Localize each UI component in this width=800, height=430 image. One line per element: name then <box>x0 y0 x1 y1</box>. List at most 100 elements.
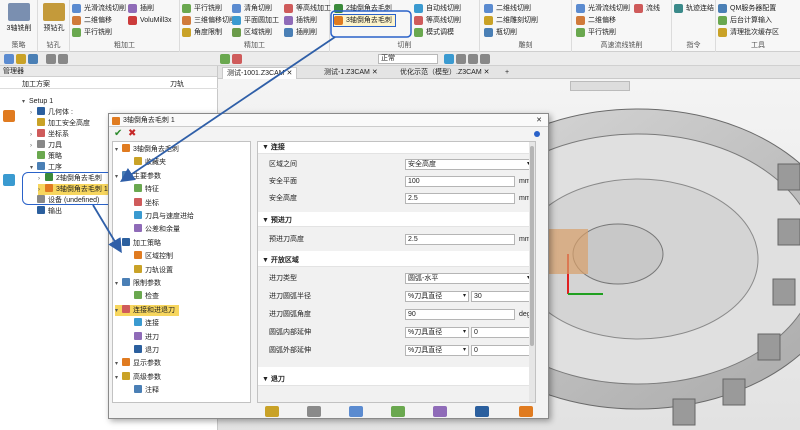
outer-ext-mode-select[interactable]: %刀具直径 ▾ <box>405 345 469 356</box>
calc-icon[interactable] <box>265 406 279 417</box>
close-icon[interactable]: ✕ <box>536 114 542 127</box>
contour-cut-button[interactable]: 等高线切削 <box>414 15 461 26</box>
parallel-mill-button[interactable]: 平行铣削 <box>72 27 112 38</box>
dialog-tree-item[interactable]: 退刀 <box>127 345 159 356</box>
clipboard-icon[interactable] <box>307 406 321 417</box>
machining-side-icon[interactable] <box>3 110 15 122</box>
contour-button[interactable]: 等高线加工 <box>284 3 331 14</box>
expand-toggle[interactable]: ▾ <box>115 279 122 290</box>
section-connect[interactable]: ▼ 连接 <box>258 142 535 154</box>
view-toolbar[interactable] <box>570 81 630 91</box>
expand-toggle[interactable]: ▾ <box>115 359 122 370</box>
save-icon[interactable] <box>28 54 38 64</box>
area-mill-button[interactable]: 区域铣削 <box>232 27 272 38</box>
view-icon[interactable] <box>444 54 454 64</box>
2d-engrave-button[interactable]: 二维雕刻切削 <box>484 15 538 26</box>
dialog-tree-item[interactable]: 刀轨设置 <box>127 264 173 276</box>
tab-doc-3[interactable]: 优化示范（模型）.Z3CAM ✕ <box>396 67 493 79</box>
tree-setup[interactable]: ▾ Setup 1 <box>22 96 53 107</box>
smooth-flow-cut-button[interactable]: 光滑流线切削 <box>72 3 126 14</box>
dialog-tree-item[interactable]: ▾ 主要参数 <box>115 170 161 183</box>
save-icon[interactable] <box>475 406 489 417</box>
ok-button[interactable]: ✔ <box>114 129 124 139</box>
3axis-mill-button[interactable]: 3轴铣削 <box>3 3 35 33</box>
3axis-deburr-button[interactable]: 3轴倒角去毛刺 <box>333 14 396 27</box>
param-scrollbar[interactable] <box>529 142 535 402</box>
tree-output[interactable]: 输出 <box>30 206 62 217</box>
arc-radius-input[interactable]: 30 <box>471 291 533 302</box>
section-open-area[interactable]: ▼ 开放区域 <box>258 255 535 267</box>
dialog-tree-item[interactable]: ▾ 3轴倒角去毛刺 <box>115 144 179 155</box>
lead-in-type-select[interactable]: 圆弧-水平▾ <box>405 273 533 284</box>
plunge-mill-button[interactable]: 插铣削 <box>284 15 317 26</box>
edit-icon[interactable] <box>349 406 363 417</box>
safe-plane-input[interactable]: 100 <box>405 176 515 187</box>
user-side-icon[interactable] <box>3 174 15 186</box>
undo-icon[interactable] <box>46 54 56 64</box>
redo-icon[interactable] <box>58 54 68 64</box>
dialog-tree-item[interactable]: 区域控制 <box>127 251 173 262</box>
expand-toggle[interactable]: ▾ <box>115 145 122 156</box>
expand-toggle[interactable]: ▾ <box>115 373 122 384</box>
flowline-button[interactable]: 流线 <box>634 3 660 14</box>
dialog-tree-item[interactable]: ▾ 加工策略 <box>115 237 161 249</box>
2d-line-cut-button[interactable]: 二维线切削 <box>484 3 531 14</box>
dialog-tree-item[interactable]: ▾ 限制参数 <box>115 278 161 289</box>
open-icon[interactable] <box>16 54 26 64</box>
finish-parallel-button[interactable]: 平行铣削 <box>182 3 222 14</box>
tree-tools[interactable]: › 刀具 <box>30 140 62 151</box>
mode-adjust-button[interactable]: 模式调模 <box>414 27 454 38</box>
2d-offset-button[interactable]: 二维偏移 <box>72 15 112 26</box>
dialog-tree-item[interactable]: ▾ 高级参数 <box>115 371 161 384</box>
toolpath-link-button[interactable]: 轨迹连结 <box>674 3 714 14</box>
expand-toggle[interactable]: ▾ <box>115 172 122 183</box>
select-icon[interactable] <box>220 54 230 64</box>
dialog-tree-item[interactable]: 特征 <box>127 184 159 195</box>
dialog-tree-item[interactable]: 收藏夹 <box>127 157 166 168</box>
expand-toggle[interactable]: ▾ <box>115 306 122 317</box>
dialog-tree-item[interactable]: 注释 <box>127 385 159 396</box>
view-mode-select[interactable]: 正常 <box>378 54 438 64</box>
hsm-offset-button[interactable]: 二维偏移 <box>576 15 616 26</box>
snap-icon[interactable] <box>480 54 490 64</box>
pin-icon[interactable] <box>534 131 540 137</box>
new-icon[interactable] <box>4 54 14 64</box>
tree-safe-height[interactable]: 加工安全高度 <box>30 118 90 129</box>
cancel-button[interactable]: ✖ <box>128 129 138 139</box>
filter-icon[interactable] <box>232 54 242 64</box>
predrill-button[interactable]: 预钻孔 <box>38 3 70 33</box>
section-pre-plunge[interactable]: ▼ 预进刀 <box>258 215 535 227</box>
hsm-smooth-button[interactable]: 光滑流线切削 <box>576 3 630 14</box>
dialog-tree-item[interactable]: 连接 <box>127 318 159 329</box>
clear-cache-button[interactable]: 清理批次缓存区 <box>718 27 779 38</box>
flat-circle-button[interactable]: 平面圆加工 <box>232 15 279 26</box>
angle-limit-button[interactable]: 角度限制 <box>182 27 222 38</box>
export-icon[interactable] <box>519 406 533 417</box>
new-tab-button[interactable]: + <box>501 67 513 79</box>
tree-geometry[interactable]: › 几何体 : <box>30 107 73 118</box>
volumill-button[interactable]: VoluMill3x <box>128 15 172 26</box>
2axis-deburr-button[interactable]: 2轴倒角去毛刺 <box>334 3 392 14</box>
shade-icon[interactable] <box>468 54 478 64</box>
dialog-tree-item[interactable]: 检查 <box>127 291 159 302</box>
between-regions-select[interactable]: 安全高度▾ <box>405 159 533 170</box>
plunge-cut-button[interactable]: 插削削 <box>284 27 317 38</box>
inner-ext-input[interactable]: 0 <box>471 327 533 338</box>
section-retract[interactable]: ▼ 退刀 <box>258 374 535 386</box>
bottle-cut-button[interactable]: 瓶切削 <box>484 27 517 38</box>
dialog-tree-item[interactable]: 刀具与速度进给 <box>127 211 194 222</box>
inner-ext-mode-select[interactable]: %刀具直径 ▾ <box>405 327 469 338</box>
qm-server-button[interactable]: QM服务器配置 <box>718 3 776 14</box>
template-icon[interactable] <box>433 406 447 417</box>
dialog-tree-item[interactable]: 进刀 <box>127 331 159 343</box>
scrollbar-thumb[interactable] <box>530 146 534 346</box>
pre-plunge-height-input[interactable]: 2.5 <box>405 234 515 245</box>
arc-radius-mode-select[interactable]: %刀具直径 ▾ <box>405 291 469 302</box>
safe-height-input[interactable]: 2.5 <box>405 193 515 204</box>
dialog-tree-item[interactable]: ▾ 显示参数 <box>115 358 161 369</box>
hsm-parallel-button[interactable]: 平行铣削 <box>576 27 616 38</box>
3d-offset-button[interactable]: 三维偏移切削 <box>182 15 236 26</box>
tree-strategy[interactable]: 策略 <box>30 151 62 162</box>
auto-line-button[interactable]: 自动线切削 <box>414 3 461 14</box>
bg-compute-button[interactable]: 后台计算输入 <box>718 15 772 26</box>
